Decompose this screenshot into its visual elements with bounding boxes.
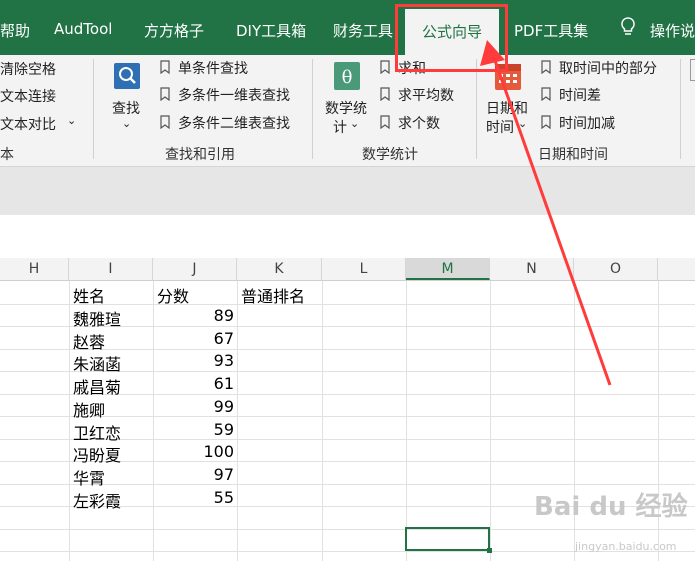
watermark-url: jingyan.baidu.com — [575, 540, 677, 553]
watermark: Bai du 经验 — [534, 492, 688, 522]
annotation-arrow — [480, 40, 612, 386]
